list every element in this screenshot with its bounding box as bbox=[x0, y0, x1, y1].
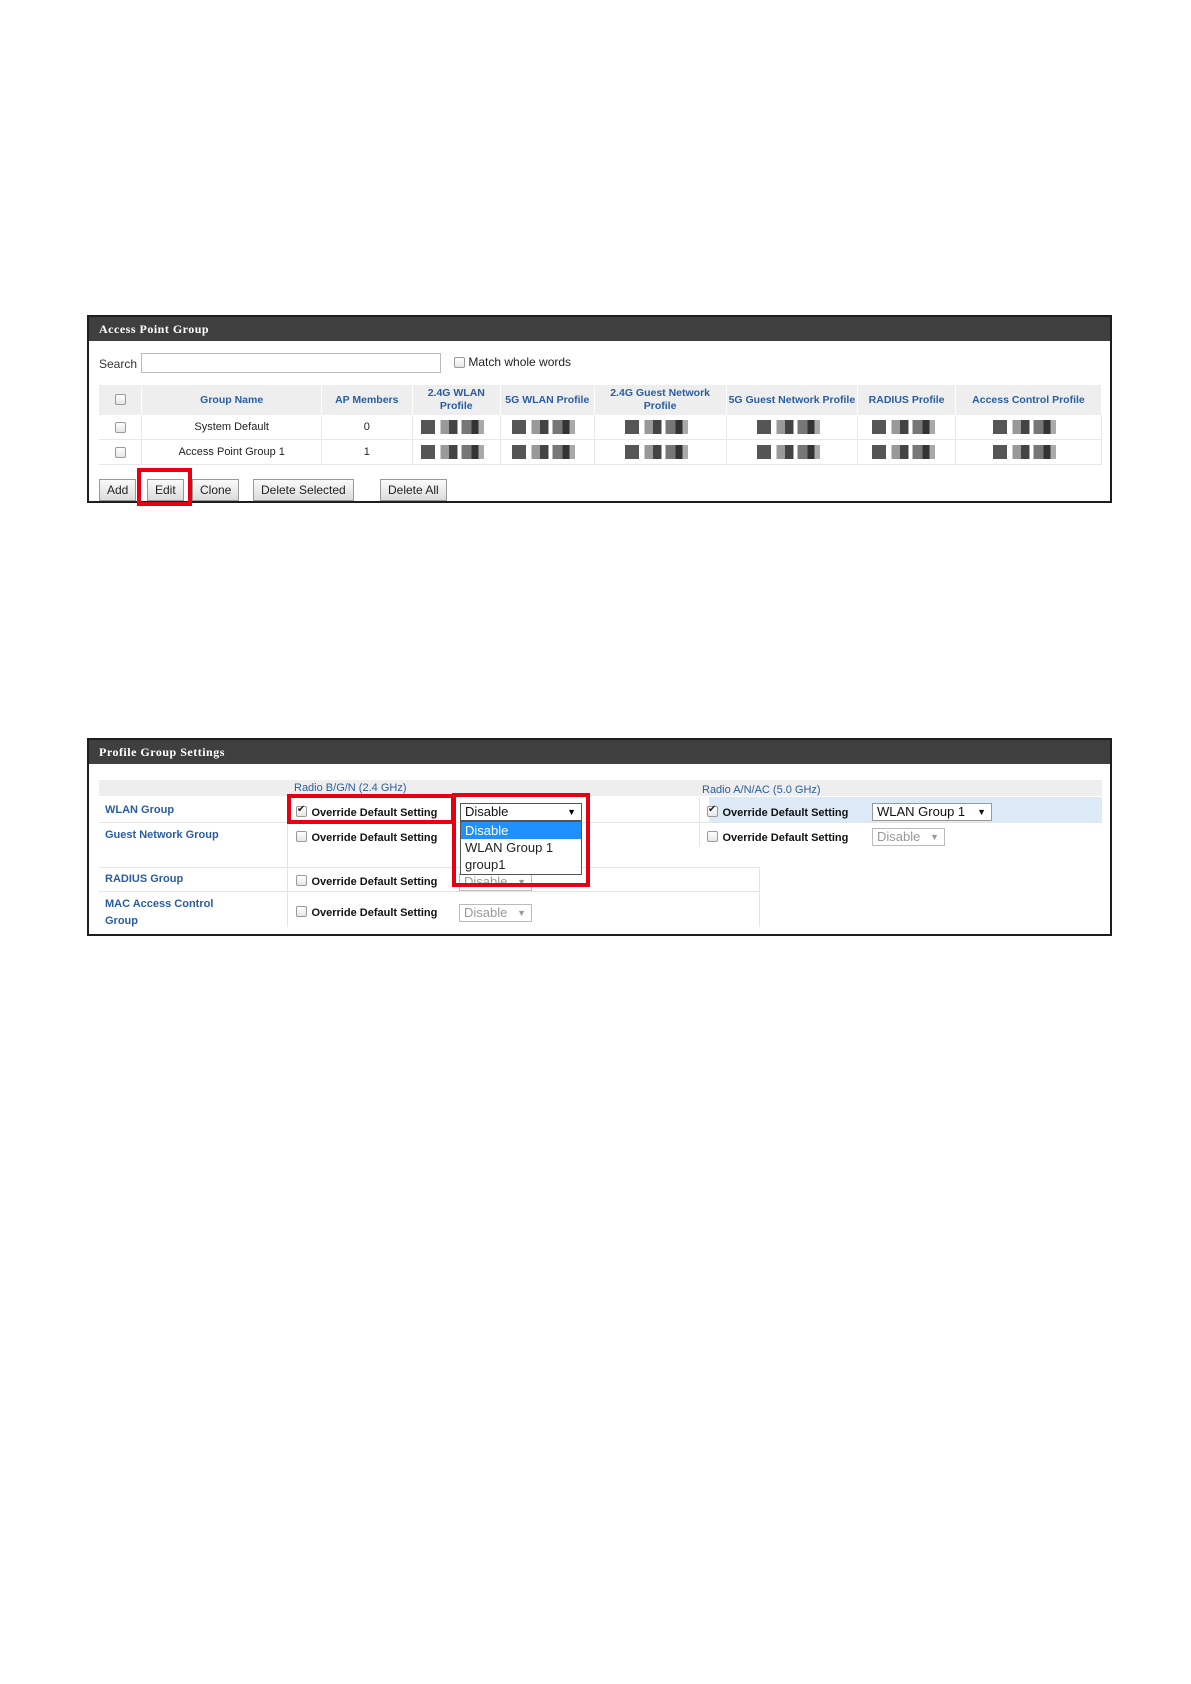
mac-24-select[interactable]: Disable ▼ bbox=[459, 904, 532, 922]
search-label: Search bbox=[99, 357, 138, 371]
row-divider bbox=[99, 867, 759, 868]
col-group-name[interactable]: Group Name bbox=[141, 385, 322, 415]
redacted-value bbox=[512, 445, 583, 459]
override-checkbox[interactable] bbox=[296, 906, 307, 918]
override-checkbox[interactable] bbox=[707, 831, 718, 843]
radius-24-override[interactable]: Override Default Setting bbox=[296, 872, 437, 890]
wlan-5-select[interactable]: WLAN Group 1 ▼ bbox=[872, 803, 992, 821]
group-name-cell: Access Point Group 1 bbox=[141, 439, 322, 465]
guest-5-select[interactable]: Disable ▼ bbox=[872, 828, 945, 846]
select-value: Disable bbox=[464, 905, 508, 920]
select-all-checkbox[interactable] bbox=[114, 394, 126, 406]
group-name-cell: System Default bbox=[141, 415, 322, 440]
redacted-value bbox=[625, 445, 696, 459]
ap-members-cell: 1 bbox=[321, 439, 413, 465]
access-point-group-panel: Access Point Group Search Match whole wo… bbox=[87, 315, 1112, 503]
mac-24-override[interactable]: Override Default Setting bbox=[296, 903, 437, 921]
redacted-value bbox=[512, 420, 583, 434]
radio-header-bar bbox=[99, 780, 1102, 796]
override-highlight-box bbox=[287, 794, 455, 824]
table-row[interactable]: System Default 0 bbox=[99, 415, 1103, 440]
radius-group-label: RADIUS Group bbox=[105, 873, 184, 885]
match-label: Match whole words bbox=[468, 355, 572, 369]
panel-title: Access Point Group bbox=[89, 317, 1110, 341]
delete-selected-button[interactable]: Delete Selected bbox=[253, 479, 354, 501]
redacted-value bbox=[421, 420, 492, 434]
override-label: Override Default Setting bbox=[722, 807, 849, 819]
col-5g-guest[interactable]: 5G Guest Network Profile bbox=[726, 385, 859, 415]
match-whole-words[interactable]: Match whole words bbox=[454, 355, 571, 369]
override-checkbox[interactable] bbox=[296, 831, 307, 843]
table-row[interactable]: Access Point Group 1 1 bbox=[99, 439, 1103, 465]
mac-access-control-group-label: MAC Access Control Group bbox=[105, 898, 214, 927]
table-right-edge bbox=[759, 867, 760, 927]
wlan-5-override[interactable]: Override Default Setting bbox=[707, 803, 848, 821]
override-label: Override Default Setting bbox=[311, 907, 438, 919]
blurred-cell bbox=[412, 439, 501, 465]
select-value: Disable bbox=[877, 829, 921, 844]
right-column-divider bbox=[699, 797, 700, 847]
chevron-down-icon: ▼ bbox=[517, 908, 526, 918]
radio-24ghz-heading: Radio B/G/N (2.4 GHz) bbox=[294, 782, 407, 794]
redacted-value bbox=[756, 420, 827, 434]
redacted-value bbox=[993, 420, 1064, 434]
blurred-cell bbox=[500, 439, 595, 465]
row-divider bbox=[99, 822, 1102, 823]
row-checkbox[interactable] bbox=[114, 446, 126, 458]
redacted-value bbox=[871, 445, 942, 459]
row-select-cell bbox=[99, 415, 143, 440]
row-divider bbox=[99, 891, 759, 892]
search-input[interactable] bbox=[141, 353, 441, 373]
blurred-cell bbox=[726, 415, 859, 440]
blurred-cell bbox=[726, 439, 859, 465]
override-label: Override Default Setting bbox=[311, 876, 438, 888]
override-label: Override Default Setting bbox=[722, 832, 849, 844]
guest-24-override[interactable]: Override Default Setting bbox=[296, 828, 437, 846]
match-checkbox[interactable] bbox=[454, 357, 465, 369]
blurred-cell bbox=[955, 439, 1103, 465]
col-24g-wlan[interactable]: 2.4G WLAN Profile bbox=[412, 385, 501, 415]
row-select-cell bbox=[99, 439, 143, 465]
add-button[interactable]: Add bbox=[99, 479, 137, 501]
blurred-cell bbox=[857, 439, 956, 465]
blurred-cell bbox=[500, 415, 595, 440]
guest-network-group-label: Guest Network Group bbox=[105, 829, 219, 841]
edit-highlight-box bbox=[137, 468, 192, 506]
override-checkbox[interactable] bbox=[296, 875, 307, 887]
col-radius[interactable]: RADIUS Profile bbox=[857, 385, 956, 415]
clone-button[interactable]: Clone bbox=[192, 479, 240, 501]
blurred-cell bbox=[594, 439, 727, 465]
redacted-value bbox=[871, 420, 942, 434]
row-checkbox[interactable] bbox=[114, 421, 126, 433]
redacted-value bbox=[756, 445, 827, 459]
override-label: Override Default Setting bbox=[311, 832, 438, 844]
override-checkbox[interactable] bbox=[707, 804, 718, 818]
chevron-down-icon: ▼ bbox=[930, 832, 939, 842]
blurred-cell bbox=[594, 415, 727, 440]
chevron-down-icon: ▼ bbox=[977, 807, 986, 817]
col-ap-members[interactable]: AP Members bbox=[321, 385, 413, 415]
radio-5ghz-heading: Radio A/N/AC (5.0 GHz) bbox=[702, 784, 821, 796]
profile-group-settings-panel: Profile Group Settings Radio B/G/N (2.4 … bbox=[87, 738, 1112, 936]
ap-members-cell: 0 bbox=[321, 415, 413, 440]
panel-title: Profile Group Settings bbox=[89, 740, 1110, 764]
blurred-cell bbox=[955, 415, 1103, 440]
select-value: WLAN Group 1 bbox=[877, 804, 966, 819]
select-all-cell bbox=[99, 385, 143, 415]
guest-5-override[interactable]: Override Default Setting bbox=[707, 828, 848, 846]
ap-group-table: Group Name AP Members 2.4G WLAN Profile … bbox=[99, 385, 1103, 465]
wlan-group-label: WLAN Group bbox=[105, 804, 175, 816]
table-header-row: Group Name AP Members 2.4G WLAN Profile … bbox=[99, 385, 1103, 415]
redacted-value bbox=[421, 445, 492, 459]
col-5g-wlan[interactable]: 5G WLAN Profile bbox=[500, 385, 595, 415]
redacted-value bbox=[993, 445, 1064, 459]
redacted-value bbox=[625, 420, 696, 434]
col-24g-guest[interactable]: 2.4G Guest Network Profile bbox=[594, 385, 727, 415]
col-access-control[interactable]: Access Control Profile bbox=[955, 385, 1103, 415]
blurred-cell bbox=[857, 415, 956, 440]
dropdown-highlight-box bbox=[452, 793, 590, 887]
blurred-cell bbox=[412, 415, 501, 440]
delete-all-button[interactable]: Delete All bbox=[380, 479, 447, 501]
